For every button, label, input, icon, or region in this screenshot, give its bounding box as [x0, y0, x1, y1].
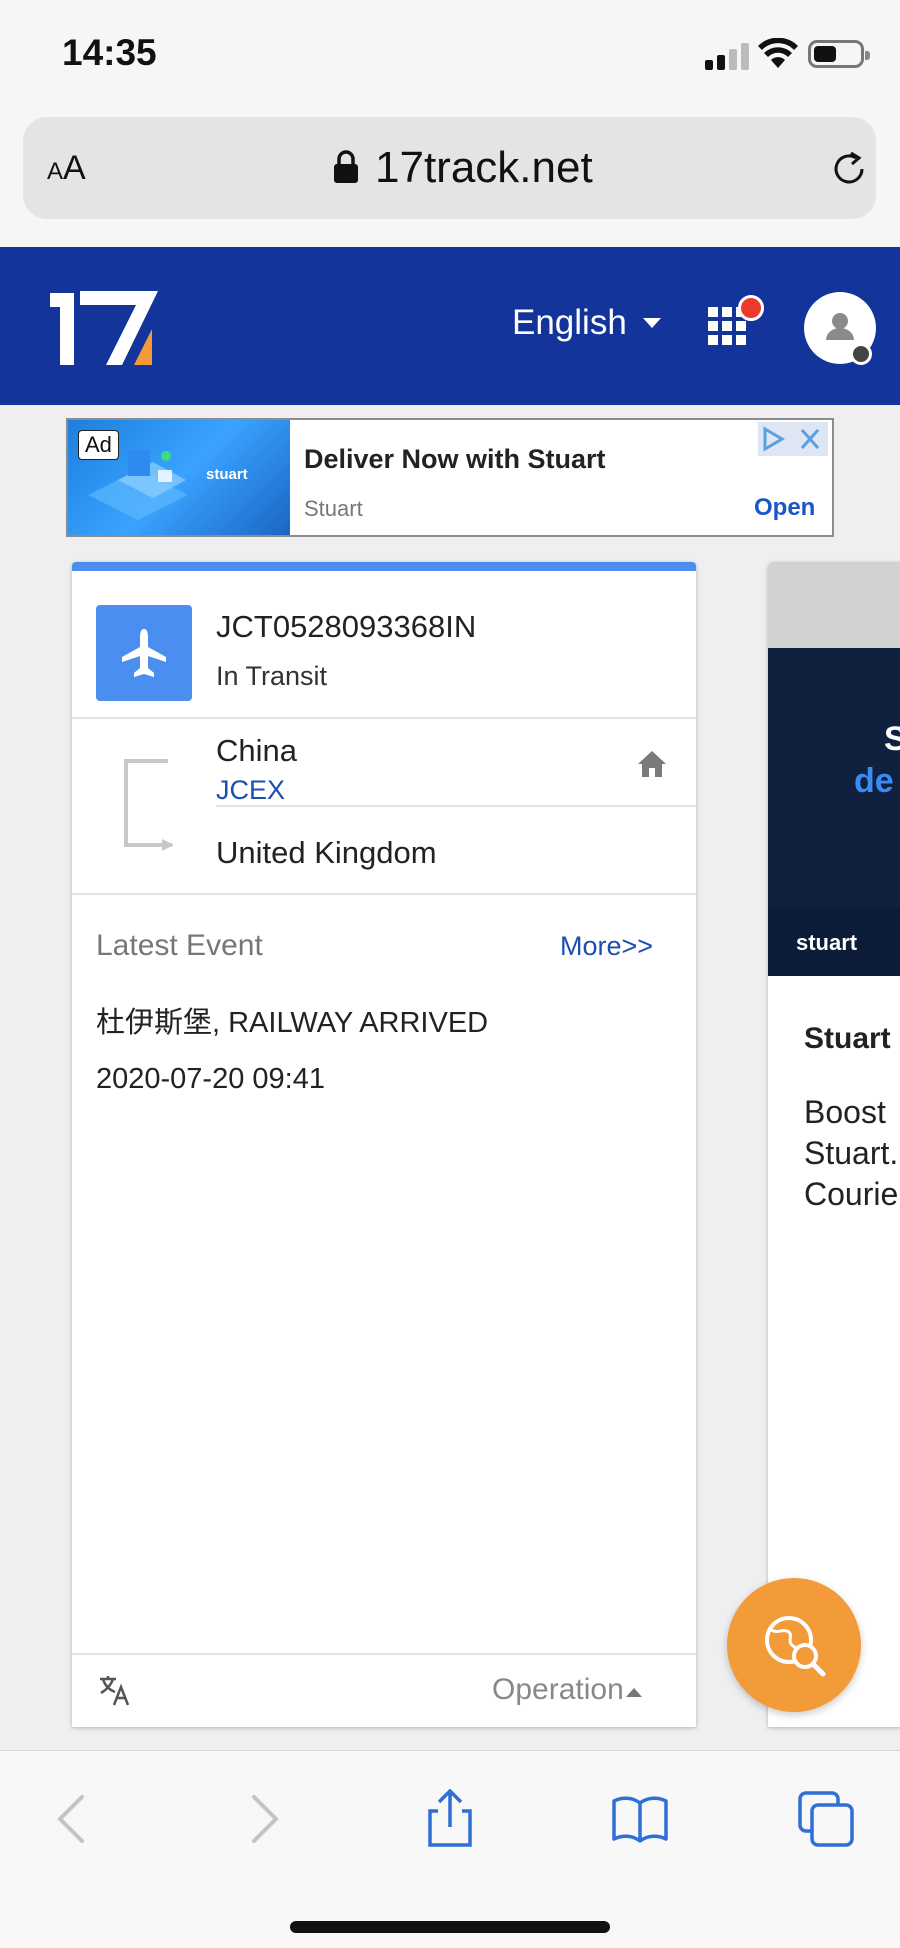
text-size-label: AA [47, 149, 86, 187]
ad-banner[interactable]: Ad stuart Deliver Now with Stuart Stuart… [66, 418, 834, 537]
signal-icon [705, 42, 751, 70]
text-size-button[interactable]: AA [47, 149, 86, 188]
divider [72, 1653, 696, 1655]
ad-image-brand: stuart [206, 466, 248, 483]
search-fab[interactable] [727, 1578, 861, 1712]
lock-icon [334, 150, 358, 183]
ad-advertiser: Stuart [304, 496, 363, 521]
divider [216, 805, 696, 807]
event-time: 2020-07-20 09:41 [96, 1063, 325, 1095]
tracking-status: In Transit [216, 661, 328, 691]
browser-toolbar [0, 1750, 900, 1948]
bookmarks-icon[interactable] [610, 1789, 670, 1849]
home-indicator [290, 1921, 610, 1933]
ad-title[interactable]: Deliver Now with Stuart [304, 444, 606, 475]
divider [72, 893, 696, 895]
url-text[interactable]: 17track.net [375, 143, 593, 193]
notification-dot [738, 295, 764, 321]
site-header: English [0, 247, 900, 405]
avatar-status-dot [850, 343, 872, 365]
side-ad-body-line: Stuart. [804, 1135, 899, 1171]
side-ad-headline-2: de [854, 762, 894, 800]
ad-open-button[interactable]: Open [754, 494, 815, 522]
origin-country: China [216, 733, 297, 768]
more-link[interactable]: More>> [560, 931, 653, 962]
share-icon[interactable] [420, 1789, 480, 1849]
status-bar: 14:35 [0, 0, 900, 110]
back-icon[interactable] [44, 1789, 104, 1849]
address-bar[interactable]: AA 17track.net [23, 117, 876, 219]
battery-icon [808, 40, 870, 68]
page: 14:35 AA 17track.net English Ad stuart D… [0, 0, 900, 1948]
reload-icon[interactable] [829, 149, 869, 189]
event-description: 杜伊斯堡, RAILWAY ARRIVED [96, 1007, 489, 1039]
side-ad-card[interactable]: S de stuart Stuart Boost Stuart. Courie [768, 562, 900, 1727]
status-time: 14:35 [62, 32, 157, 73]
tracking-number[interactable]: JCT0528093368IN [216, 609, 476, 645]
language-label: English [512, 303, 627, 342]
ad-image[interactable]: Ad stuart [68, 420, 290, 535]
side-ad-header [768, 562, 900, 648]
tracking-card: JCT0528093368IN In Transit China JCEX Un… [72, 562, 696, 1727]
search-globe-icon [765, 1616, 826, 1677]
airplane-icon [122, 629, 166, 677]
language-select[interactable]: English [512, 303, 661, 343]
browser-address-area: AA 17track.net [0, 110, 900, 247]
side-ad-body: Boost Stuart. Courie [804, 1092, 898, 1215]
transport-mode-badge [96, 605, 192, 701]
forward-icon[interactable] [232, 1789, 292, 1849]
side-ad-body-line: Courie [804, 1176, 899, 1212]
side-ad-body-line: Boost [804, 1094, 886, 1130]
17track-logo[interactable] [48, 287, 160, 367]
destination-country: United Kingdom [216, 835, 437, 870]
side-ad-title: Stuart [804, 1022, 891, 1055]
chevron-down-icon [642, 318, 661, 328]
side-ad-headline-1: S [884, 720, 900, 758]
home-icon[interactable] [636, 749, 668, 779]
operation-menu[interactable]: Operation [492, 1673, 642, 1707]
ad-choices[interactable] [758, 422, 828, 456]
chevron-up-icon [625, 1687, 642, 1697]
latest-event-label: Latest Event [96, 929, 263, 962]
wifi-icon [758, 38, 798, 68]
route-line-icon [124, 759, 174, 851]
ad-label: Ad [78, 430, 119, 460]
ad-choices-icon[interactable] [758, 422, 828, 456]
carrier-link[interactable]: JCEX [216, 775, 285, 806]
tabs-icon[interactable] [796, 1789, 856, 1849]
divider [72, 717, 696, 719]
operation-label: Operation [492, 1673, 624, 1706]
side-ad-brand: stuart [796, 930, 858, 955]
translate-icon[interactable] [98, 1673, 132, 1707]
